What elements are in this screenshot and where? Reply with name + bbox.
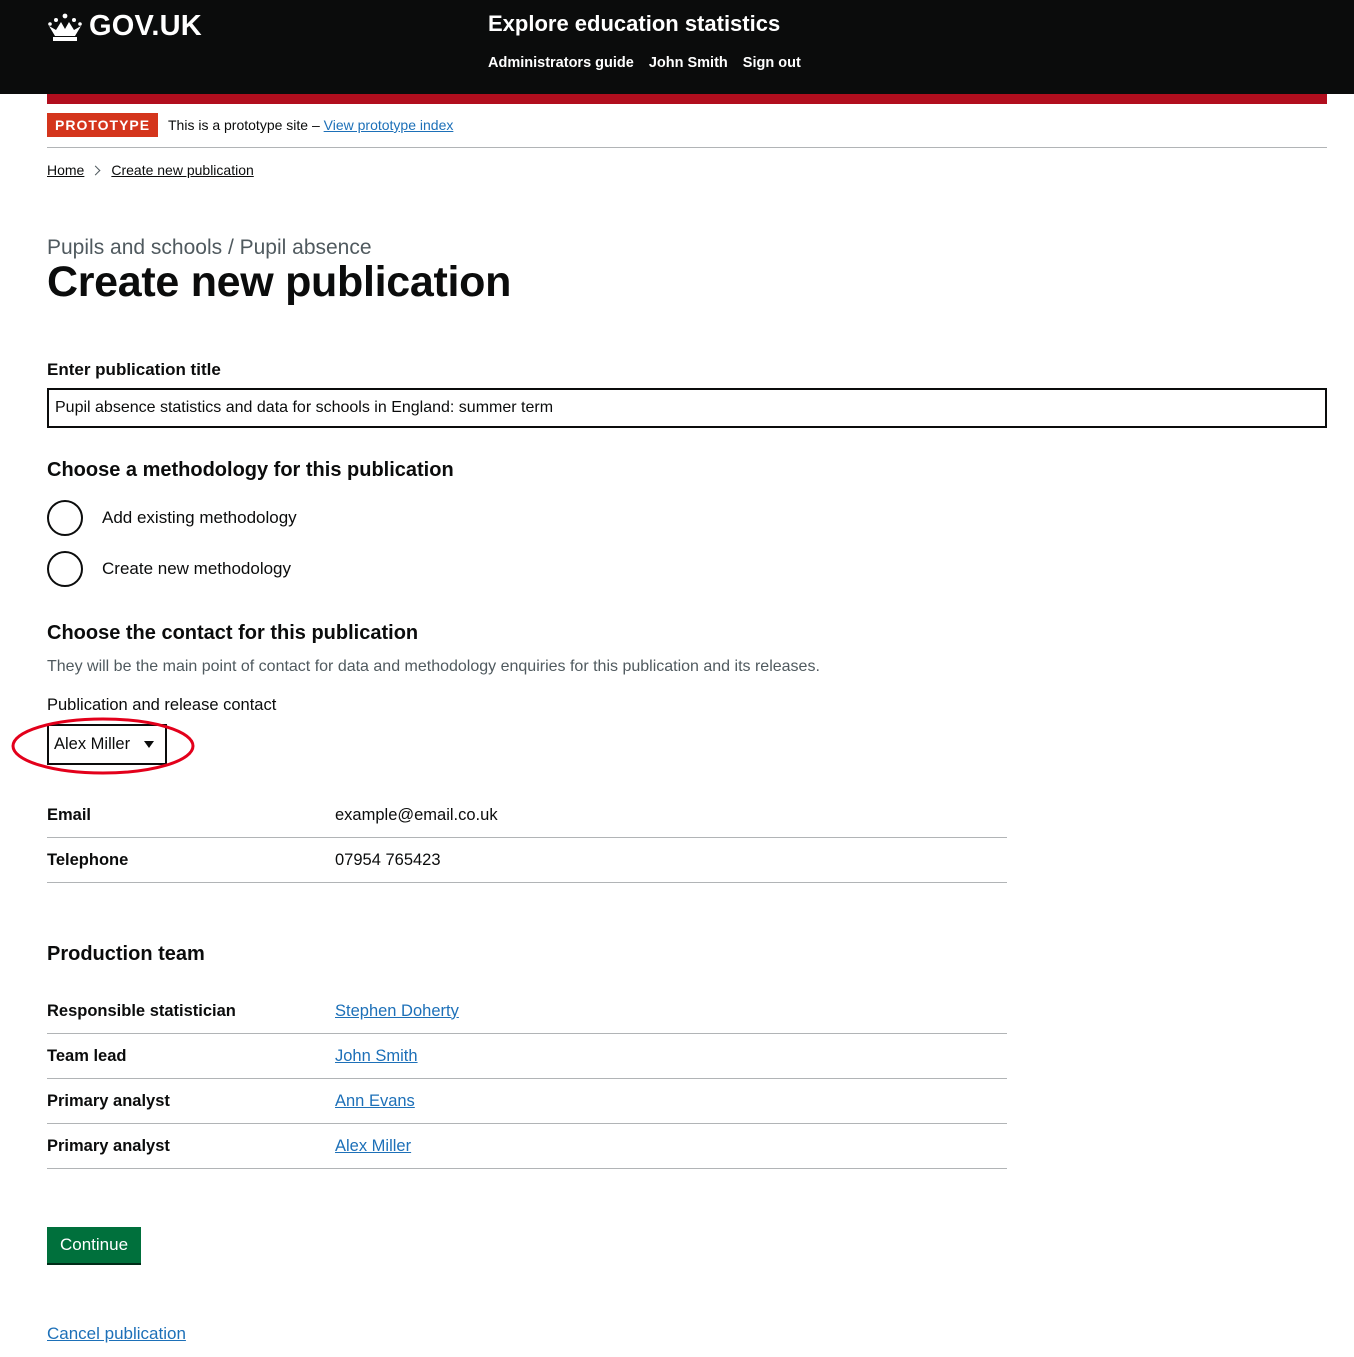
chevron-right-icon: [90, 165, 101, 175]
radio-label[interactable]: Create new methodology: [102, 559, 291, 579]
breadcrumb-create-new-publication[interactable]: Create new publication: [111, 162, 253, 178]
publication-title-input[interactable]: [47, 388, 1327, 428]
nav-user-name[interactable]: John Smith: [649, 55, 728, 71]
summary-key: Telephone: [47, 850, 129, 869]
team-member-link[interactable]: John Smith: [335, 1047, 418, 1065]
production-team-heading: Production team: [47, 943, 205, 965]
nav-sign-out[interactable]: Sign out: [743, 55, 801, 71]
radio-label[interactable]: Add existing methodology: [102, 508, 297, 528]
summary-row: Primary analyst Ann Evans: [47, 1079, 1007, 1124]
radio-add-existing-methodology[interactable]: Add existing methodology: [47, 500, 297, 536]
contact-select-label: Publication and release contact: [47, 696, 277, 714]
page-caption: Pupils and schools / Pupil absence: [47, 236, 372, 259]
contact-hint: They will be the main point of contact f…: [47, 658, 820, 675]
summary-row: Telephone 07954 765423: [47, 838, 1007, 883]
summary-value: 07954 765423: [335, 850, 441, 869]
methodology-heading: Choose a methodology for this publicatio…: [47, 459, 454, 481]
prototype-index-link[interactable]: View prototype index: [324, 117, 454, 133]
publication-title-label: Enter publication title: [47, 360, 221, 379]
summary-key: Responsible statistician: [47, 1001, 236, 1020]
breadcrumb: Home Create new publication: [47, 162, 254, 178]
production-team-list: Responsible statistician Stephen Doherty…: [47, 989, 1007, 1169]
summary-key: Email: [47, 805, 92, 824]
cancel-publication-link[interactable]: Cancel publication: [47, 1324, 186, 1344]
summary-value: example@email.co.uk: [335, 805, 498, 824]
header-nav: Administrators guide John Smith Sign out: [488, 55, 801, 71]
team-member-link[interactable]: Ann Evans: [335, 1092, 415, 1110]
crown-icon: [48, 13, 82, 41]
radio-create-new-methodology[interactable]: Create new methodology: [47, 551, 291, 587]
phase-message: This is a prototype site –: [168, 117, 320, 133]
team-member-link[interactable]: Alex Miller: [335, 1137, 411, 1155]
logo-text: GOV.UK: [89, 10, 202, 42]
radio-circle[interactable]: [47, 551, 83, 587]
summary-key: Team lead: [47, 1046, 127, 1065]
summary-key: Primary analyst: [47, 1136, 170, 1155]
summary-row: Primary analyst Alex Miller: [47, 1124, 1007, 1169]
govuk-logo-link[interactable]: GOV.UK: [47, 10, 202, 43]
team-member-link[interactable]: Stephen Doherty: [335, 1002, 459, 1020]
summary-key: Primary analyst: [47, 1091, 170, 1110]
summary-row: Email example@email.co.uk: [47, 793, 1007, 838]
continue-button[interactable]: Continue: [47, 1227, 141, 1263]
service-name[interactable]: Explore education statistics: [488, 11, 780, 37]
contact-heading: Choose the contact for this publication: [47, 622, 419, 644]
phase-banner: PROTOTYPE This is a prototype site – Vie…: [47, 113, 1327, 148]
phase-text: This is a prototype site – View prototyp…: [168, 117, 453, 133]
site-header: GOV.UK Explore education statistics Admi…: [0, 0, 1354, 94]
header-accent-bar: [47, 94, 1327, 104]
breadcrumb-home[interactable]: Home: [47, 162, 84, 178]
nav-administrators-guide[interactable]: Administrators guide: [488, 55, 634, 71]
phase-tag: PROTOTYPE: [47, 113, 159, 137]
summary-row: Team lead John Smith: [47, 1034, 1007, 1079]
radio-circle[interactable]: [47, 500, 83, 536]
contact-details-list: Email example@email.co.uk Telephone 0795…: [47, 793, 1007, 883]
summary-row: Responsible statistician Stephen Doherty: [47, 989, 1007, 1034]
red-circle-annotation: [11, 717, 195, 775]
page-title: Create new publication: [47, 258, 512, 306]
